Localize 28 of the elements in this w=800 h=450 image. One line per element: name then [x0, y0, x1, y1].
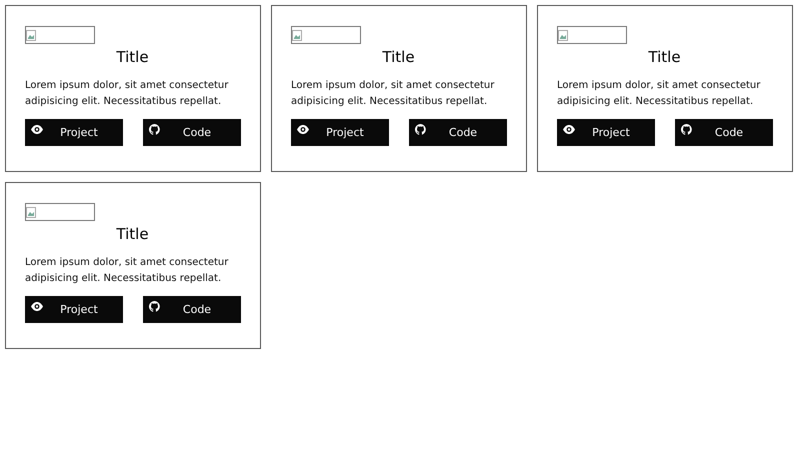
code-button[interactable]: Code — [675, 119, 773, 146]
github-icon — [149, 124, 160, 135]
code-button[interactable]: Code — [409, 119, 507, 146]
broken-image-icon — [26, 206, 36, 218]
card-description: Lorem ipsum dolor, sit amet consectetur adipisicing elit. Necessitatibus repellat. — [25, 79, 230, 109]
eye-icon — [31, 302, 43, 311]
eye-icon — [297, 125, 309, 134]
project-button[interactable]: Project — [25, 296, 123, 323]
eye-icon — [563, 125, 575, 134]
card-description: Lorem ipsum dolor, sit amet consectetur adipisicing elit. Necessitatibus repellat. — [291, 79, 496, 109]
code-button[interactable]: Code — [143, 119, 241, 146]
card-title: Title — [381, 48, 416, 66]
card-title: Title — [647, 48, 682, 66]
broken-image-icon — [558, 30, 568, 40]
broken-image-icon — [292, 30, 302, 40]
card-description: Lorem ipsum dolor, sit amet consectetur adipisicing elit. Necessitatibus repellat. — [25, 256, 230, 286]
github-icon — [415, 124, 426, 135]
project-button[interactable]: Project — [291, 119, 389, 146]
broken-image-icon — [26, 30, 36, 40]
project-button[interactable]: Project — [25, 119, 123, 146]
code-button[interactable]: Code — [143, 296, 241, 323]
github-icon — [149, 301, 160, 312]
card-description: Lorem ipsum dolor, sit amet consectetur adipisicing elit. Necessitatibus repellat. — [557, 79, 762, 109]
github-icon — [681, 124, 692, 135]
eye-icon — [31, 125, 43, 134]
project-button[interactable]: Project — [557, 119, 655, 146]
card-title: Title — [115, 225, 150, 243]
card-title: Title — [115, 48, 150, 66]
